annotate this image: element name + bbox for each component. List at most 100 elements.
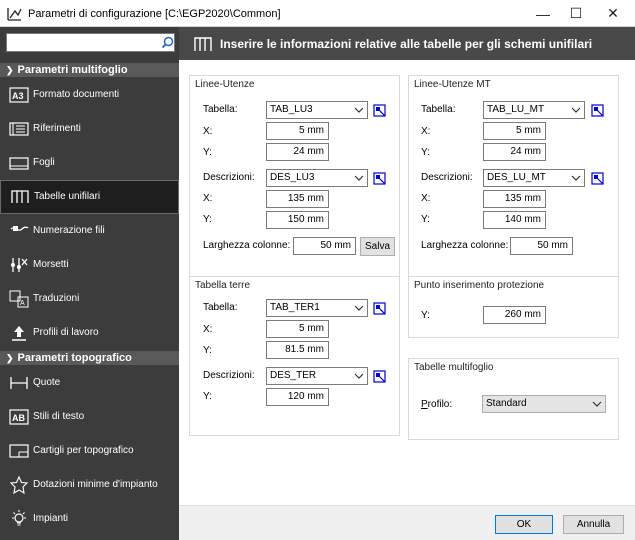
y-input[interactable]: 260 mm <box>483 306 546 324</box>
group-tabelle-multifoglio: Tabelle multifoglio Profilo: Standard <box>408 358 619 440</box>
minimum-equipment-icon <box>9 475 29 495</box>
desc-x-input[interactable]: 135 mm <box>266 190 329 208</box>
group-linee-utenze: Linee-Utenze Tabella: TAB_LU3 X: 5 mm Y:… <box>189 75 400 288</box>
tabella-combo[interactable]: TAB_LU3 <box>266 101 368 119</box>
svg-text:A: A <box>20 300 25 307</box>
group-tabella-terre: Tabella terre Tabella: TAB_TER1 X: 5 mm … <box>189 276 400 436</box>
sidebar-item-profili-di-lavoro[interactable]: Profili di lavoro <box>0 317 179 349</box>
title-bar: Parametri di configurazione [C:\EGP2020\… <box>0 0 635 27</box>
sidebar-item-dotazioni[interactable]: Dotazioni minime d'impianto <box>0 469 179 501</box>
sidebar-item-cartigli[interactable]: Cartigli per topografico <box>0 435 179 467</box>
y-input[interactable]: 24 mm <box>266 143 329 161</box>
sidebar-item-label: Tabelle unifilari <box>34 191 101 202</box>
combo-value: DES_LU_MT <box>487 172 546 183</box>
sidebar-item-label: Morsetti <box>33 259 69 270</box>
sidebar-item-label: Numerazione fili <box>33 225 105 236</box>
x-label: X: <box>203 324 213 335</box>
wire-numbering-icon <box>10 226 29 231</box>
chevron-down-icon <box>571 175 581 181</box>
profilo-label: Profilo: <box>421 399 453 410</box>
ok-button[interactable]: OK <box>495 515 553 534</box>
sidebar-item-label: Riferimenti <box>33 123 81 134</box>
desc-y-input[interactable]: 120 mm <box>266 388 329 406</box>
group-title: Linee-Utenze <box>195 79 255 90</box>
sidebar-item-morsetti[interactable]: Morsetti <box>0 249 179 281</box>
combo-value: TAB_LU_MT <box>487 104 545 115</box>
sidebar-item-traduzioni[interactable]: A Traduzioni <box>0 283 179 315</box>
larghezza-colonne-input[interactable]: 50 mm <box>293 237 356 255</box>
table-picker-icon[interactable] <box>373 172 386 185</box>
desc-y-input[interactable]: 140 mm <box>483 211 546 229</box>
sidebar-item-label: Quote <box>33 377 61 388</box>
chevron-down-icon: ❯ <box>6 353 14 363</box>
sidebar-item-formato-documenti[interactable]: A3 Formato documenti <box>0 79 179 111</box>
group-header-topografico[interactable]: ❯ Parametri topografico <box>0 351 179 365</box>
desc-y-label: Y: <box>203 214 212 225</box>
desc-y-input[interactable]: 150 mm <box>266 211 329 229</box>
sidebar-item-riferimenti[interactable]: Riferimenti <box>0 113 179 145</box>
descrizioni-label: Descrizioni: <box>203 172 255 183</box>
y-label: Y: <box>203 345 212 356</box>
y-label: Y: <box>421 310 430 321</box>
group-label: Parametri topografico <box>17 352 132 364</box>
table-picker-icon[interactable] <box>591 104 604 117</box>
descrizioni-combo[interactable]: DES_TER <box>266 367 368 385</box>
sidebar-item-fogli[interactable]: Fogli <box>0 147 179 179</box>
tabella-combo[interactable]: TAB_LU_MT <box>483 101 585 119</box>
y-input[interactable]: 81.5 mm <box>266 341 329 359</box>
sidebar-item-impianti[interactable]: Impianti <box>0 503 179 535</box>
search-icon[interactable] <box>161 36 174 49</box>
group-linee-utenze-mt: Linee-Utenze MT Tabella: TAB_LU_MT X: 5 … <box>408 75 619 288</box>
table-picker-icon[interactable] <box>373 104 386 117</box>
tabella-label: Tabella: <box>203 302 238 313</box>
larghezza-colonne-input[interactable]: 50 mm <box>510 237 573 255</box>
x-label: X: <box>203 126 213 137</box>
dialog-footer: OK Annulla <box>179 505 635 540</box>
table-picker-icon[interactable] <box>591 172 604 185</box>
tabella-label: Tabella: <box>203 104 238 115</box>
group-header-multifoglio[interactable]: ❯ Parametri multifoglio <box>0 63 179 77</box>
x-input[interactable]: 5 mm <box>266 122 329 140</box>
text-styles-icon: AB <box>9 409 29 425</box>
svg-text:AB: AB <box>12 413 25 423</box>
x-input[interactable]: 5 mm <box>266 320 329 338</box>
chevron-down-icon <box>354 373 364 379</box>
larghezza-colonne-label: Larghezza colonne: <box>203 240 291 251</box>
x-label: X: <box>421 126 431 137</box>
sidebar-item-numerazione-fili[interactable]: Numerazione fili <box>0 215 179 247</box>
tabella-combo[interactable]: TAB_TER1 <box>266 299 368 317</box>
y-input[interactable]: 24 mm <box>483 143 546 161</box>
descrizioni-label: Descrizioni: <box>203 370 255 381</box>
table-picker-icon[interactable] <box>373 370 386 383</box>
sidebar-item-label: Cartigli per topografico <box>33 445 134 456</box>
descrizioni-combo[interactable]: DES_LU_MT <box>483 169 585 187</box>
desc-y-label: Y: <box>203 391 212 402</box>
sidebar-item-label: Traduzioni <box>33 293 80 304</box>
sidebar-item-tabelle-unifilari[interactable]: Tabelle unifilari <box>0 180 179 214</box>
plants-icon <box>12 510 26 526</box>
group-title: Tabelle multifoglio <box>414 362 494 373</box>
a3-format-icon: A3 <box>9 87 29 103</box>
chevron-down-icon <box>571 107 581 113</box>
profilo-select[interactable]: Standard <box>482 395 606 413</box>
x-input[interactable]: 5 mm <box>483 122 546 140</box>
search-input[interactable] <box>6 33 175 52</box>
sidebar-item-label: Formato documenti <box>33 89 120 100</box>
y-label: Y: <box>421 147 430 158</box>
sidebar-item-quote[interactable]: Quote <box>0 367 179 399</box>
close-button[interactable]: ✕ <box>590 0 635 27</box>
sidebar-item-stili-di-testo[interactable]: AB Stili di testo <box>0 401 179 433</box>
y-label: Y: <box>203 147 212 158</box>
descrizioni-combo[interactable]: DES_LU3 <box>266 169 368 187</box>
main-panel: Inserire le informazioni relative alle t… <box>179 27 635 540</box>
group-title: Tabella terre <box>195 280 251 291</box>
table-picker-icon[interactable] <box>373 302 386 315</box>
group-punto-inserimento: Punto inserimento protezione Y: 260 mm <box>408 276 619 338</box>
salva-button[interactable]: Salva <box>360 237 395 256</box>
translations-icon: A <box>9 290 29 308</box>
desc-x-input[interactable]: 135 mm <box>483 190 546 208</box>
sidebar-item-label: Impianti <box>33 513 69 524</box>
annulla-button[interactable]: Annulla <box>563 515 624 534</box>
page-header: Inserire le informazioni relative alle t… <box>179 27 635 60</box>
chevron-down-icon: ❯ <box>6 65 14 75</box>
